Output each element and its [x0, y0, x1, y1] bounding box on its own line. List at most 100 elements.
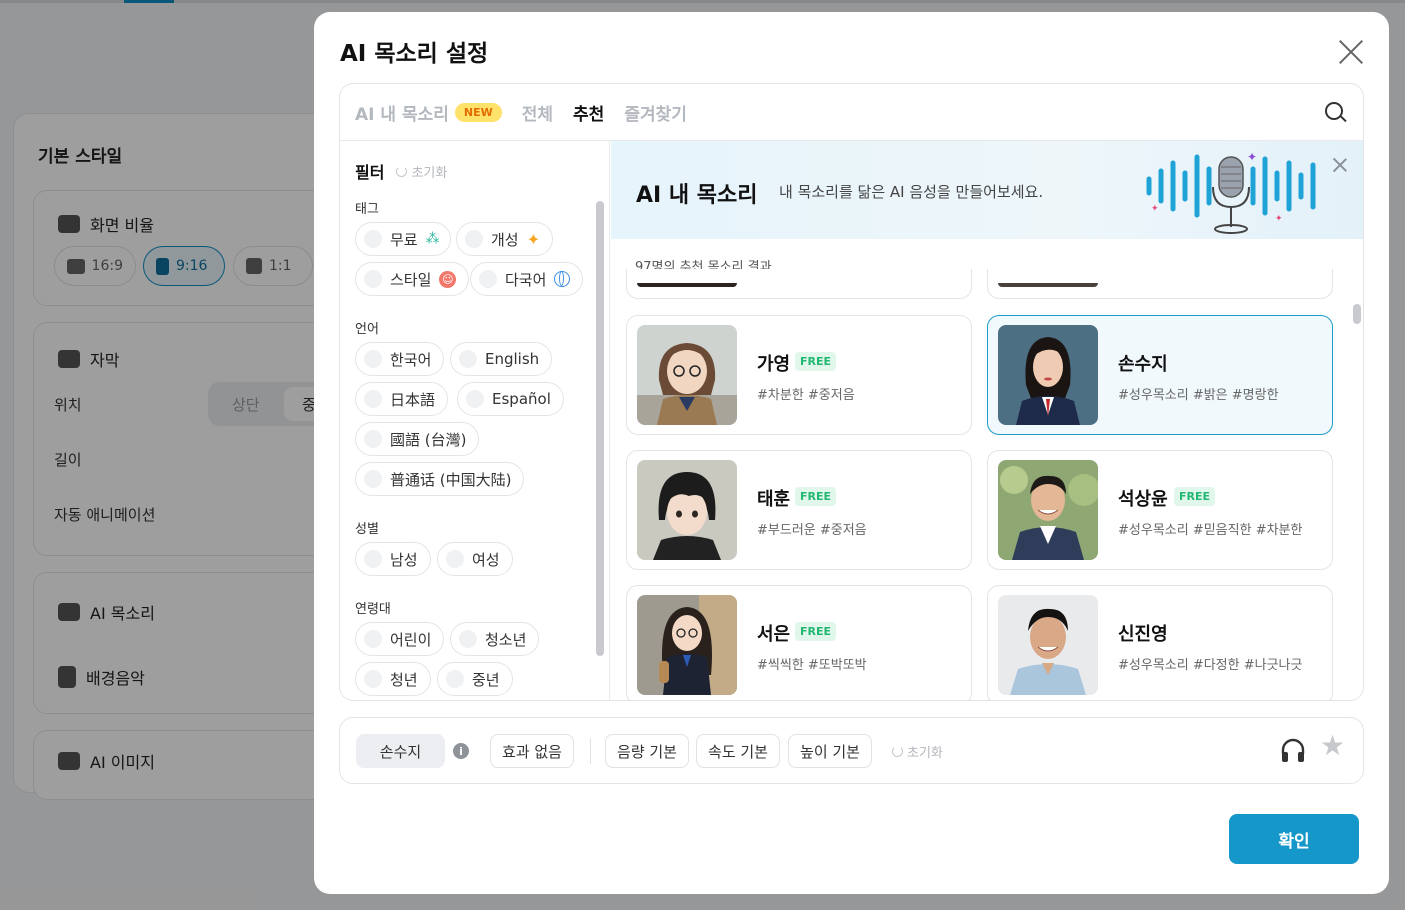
- chip-label: 日本語: [390, 390, 436, 409]
- chip-young-adult[interactable]: 청년: [355, 662, 431, 696]
- chip-taiwanese[interactable]: 國語 (台灣): [355, 422, 480, 456]
- checkbox-dot: [364, 430, 382, 448]
- tab-label: 추천: [573, 104, 605, 125]
- chip-korean[interactable]: 한국어: [355, 342, 445, 376]
- chip-child[interactable]: 어린이: [355, 622, 445, 656]
- tab-favorites[interactable]: 즐겨찾기: [624, 100, 687, 125]
- checkbox-dot: [466, 390, 484, 408]
- headphones-icon[interactable]: [1279, 736, 1307, 764]
- voice-name: 석상윤: [1118, 489, 1168, 510]
- smile-icon: ☺: [439, 270, 457, 288]
- checkbox-dot: [364, 270, 382, 288]
- chip-label: 중년: [472, 670, 500, 689]
- effect-button[interactable]: 효과 없음: [490, 734, 574, 768]
- svg-text:✦: ✦: [1247, 150, 1257, 164]
- tab-all[interactable]: 전체: [522, 100, 553, 125]
- voice-card-seoksangyun[interactable]: 석상윤 FREE #성우목소리 #믿음직한 #차분한: [987, 450, 1333, 570]
- free-badge: FREE: [1174, 487, 1216, 506]
- voice-card-gayeong[interactable]: 가영 FREE #차분한 #중저음: [626, 315, 972, 435]
- options-reset-button[interactable]: 초기화: [892, 742, 943, 761]
- voice-card-sinjinyeong[interactable]: 신진영 #성우목소리 #다정한 #나긋나긋: [987, 585, 1333, 700]
- chip-label: 청년: [390, 670, 418, 689]
- microphone-waveform-icon: ✦ ✦ ✦: [1146, 150, 1316, 234]
- voice-tags: #부드러운 #중저음: [757, 523, 867, 538]
- voice-card-seoeun[interactable]: 서은 FREE #씩씩한 #또박또박: [626, 585, 972, 700]
- avatar: [998, 460, 1098, 560]
- chip-english[interactable]: English: [450, 342, 553, 376]
- tag-section-label: 태그: [355, 202, 379, 217]
- checkbox-dot: [364, 630, 382, 648]
- chip-spanish[interactable]: Español: [457, 382, 564, 416]
- chip-personality[interactable]: 개성 ✦: [456, 222, 554, 256]
- free-badge: FREE: [795, 622, 837, 641]
- chip-label: 다국어: [505, 270, 547, 289]
- svg-text:✦: ✦: [1275, 214, 1283, 224]
- checkbox-dot: [459, 630, 477, 648]
- chip-label: 여성: [472, 550, 500, 569]
- divider: [590, 738, 591, 764]
- voice-card-sonsuji[interactable]: 손수지 #성우목소리 #밝은 #명랑한: [987, 315, 1333, 435]
- chip-label: 무료: [390, 230, 418, 249]
- chip-teen[interactable]: 청소년: [450, 622, 540, 656]
- speed-button[interactable]: 속도 기본: [696, 734, 780, 768]
- avatar-partial: [998, 283, 1098, 287]
- tab-label: 전체: [521, 104, 554, 125]
- avatar: [998, 325, 1098, 425]
- filter-reset-button[interactable]: 초기화: [396, 162, 447, 181]
- chip-mandarin[interactable]: 普通话 (中国大陆): [355, 462, 525, 496]
- checkbox-dot: [364, 470, 382, 488]
- chip-label: 國語 (台灣): [390, 430, 467, 449]
- chip-label: 청소년: [485, 630, 527, 649]
- chip-style[interactable]: 스타일 ☺: [355, 262, 470, 296]
- chip-label: 개성: [491, 230, 519, 249]
- results-panel: AI 내 목소리 내 목소리를 닮은 AI 음성을 만들어보세요. ✦ ✦ ✦: [611, 141, 1363, 700]
- tab-label: 즐겨찾기: [624, 104, 687, 125]
- results-scrollbar[interactable]: [1353, 304, 1361, 324]
- volume-button[interactable]: 음량 기본: [605, 734, 689, 768]
- voice-tabs: AI 내 목소리 NEW 전체 추천 즐겨찾기: [340, 84, 1363, 141]
- new-badge: NEW: [454, 102, 502, 122]
- pitch-button[interactable]: 높이 기본: [788, 734, 872, 768]
- voice-tags: #성우목소리 #믿음직한 #차분한: [1118, 523, 1303, 538]
- info-icon[interactable]: i: [453, 743, 469, 759]
- avatar: [637, 325, 737, 425]
- banner-close-icon[interactable]: [1333, 158, 1347, 172]
- confirm-button[interactable]: 확인: [1229, 814, 1359, 864]
- voice-name: 서은: [757, 624, 791, 645]
- chip-free[interactable]: 무료 ⁂: [355, 222, 451, 256]
- tab-recommended[interactable]: 추천: [573, 100, 604, 125]
- avatar-partial: [637, 283, 737, 287]
- globe-icon: [554, 271, 571, 287]
- voice-card-partial[interactable]: [626, 269, 972, 299]
- chip-female[interactable]: 여성: [437, 542, 513, 576]
- filter-scrollbar[interactable]: [596, 201, 604, 656]
- refresh-icon: [396, 165, 408, 177]
- search-icon[interactable]: [1324, 101, 1348, 125]
- svg-text:✦: ✦: [1151, 204, 1159, 214]
- voice-card-taehun[interactable]: 태훈 FREE #부드러운 #중저음: [626, 450, 972, 570]
- filter-title: 필터: [355, 163, 385, 182]
- chip-japanese[interactable]: 日本語: [355, 382, 449, 416]
- voice-name: 손수지: [1118, 354, 1168, 375]
- tab-my-voice[interactable]: AI 내 목소리 NEW: [355, 100, 502, 125]
- checkbox-dot: [465, 230, 483, 248]
- chip-label: Español: [492, 390, 551, 408]
- favorite-star-icon[interactable]: ★: [1320, 732, 1345, 760]
- voice-options-bar: 손수지 i 효과 없음 음량 기본 속도 기본 높이 기본 초기화 ★: [339, 717, 1364, 784]
- checkbox-dot: [364, 350, 382, 368]
- sparkle-icon: ⁂: [425, 231, 440, 247]
- age-section-label: 연령대: [355, 602, 391, 617]
- avatar: [637, 460, 737, 560]
- close-icon[interactable]: [1338, 38, 1364, 64]
- chip-male[interactable]: 남성: [355, 542, 431, 576]
- voice-name: 태훈: [757, 489, 791, 510]
- my-voice-banner[interactable]: AI 내 목소리 내 목소리를 닮은 AI 음성을 만들어보세요. ✦ ✦ ✦: [611, 141, 1363, 239]
- voice-card-partial[interactable]: [987, 269, 1333, 299]
- filter-panel: 필터 초기화 태그 무료 ⁂ 개성 ✦ 스타일 ☺ 다국어 언어 한국어 Englis…: [340, 141, 610, 700]
- selected-voice-chip[interactable]: 손수지: [356, 734, 445, 768]
- chip-middle-aged[interactable]: 중년: [437, 662, 513, 696]
- checkbox-dot: [446, 550, 464, 568]
- chip-multilingual[interactable]: 다국어: [470, 262, 584, 296]
- voice-tags: #성우목소리 #다정한 #나긋나긋: [1118, 658, 1303, 673]
- checkbox-dot: [364, 230, 382, 248]
